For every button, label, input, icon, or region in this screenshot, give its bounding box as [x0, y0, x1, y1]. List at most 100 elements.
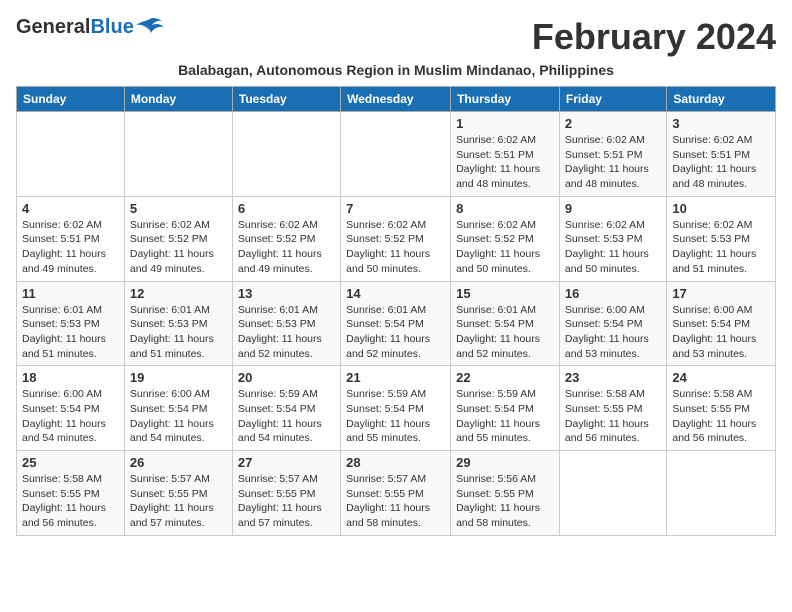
calendar-day-cell: 21 Sunrise: 5:59 AM Sunset: 5:54 PM Dayli…: [341, 366, 451, 451]
day-number: 19: [130, 370, 227, 385]
calendar-week-row: 4 Sunrise: 6:02 AM Sunset: 5:51 PM Daylig…: [17, 196, 776, 281]
day-number: 2: [565, 116, 661, 131]
day-info: Sunrise: 6:02 AM Sunset: 5:51 PM Dayligh…: [456, 133, 554, 192]
day-number: 22: [456, 370, 554, 385]
day-number: 24: [672, 370, 770, 385]
day-number: 29: [456, 455, 554, 470]
calendar-day-cell: 13 Sunrise: 6:01 AM Sunset: 5:53 PM Dayli…: [232, 281, 340, 366]
day-info: Sunrise: 6:01 AM Sunset: 5:53 PM Dayligh…: [22, 303, 119, 362]
calendar-day-cell: 16Sunrise: 6:00 AM Sunset: 5:54 PM Dayli…: [559, 281, 666, 366]
day-info: Sunrise: 5:57 AM Sunset: 5:55 PM Dayligh…: [238, 472, 335, 531]
calendar-header-day: Wednesday: [341, 87, 451, 112]
day-info: Sunrise: 6:00 AM Sunset: 5:54 PM Dayligh…: [672, 303, 770, 362]
calendar-day-cell: 20Sunrise: 5:59 AM Sunset: 5:54 PM Dayli…: [232, 366, 340, 451]
day-info: Sunrise: 6:01 AM Sunset: 5:53 PM Dayligh…: [238, 303, 335, 362]
day-info: Sunrise: 6:02 AM Sunset: 5:51 PM Dayligh…: [22, 218, 119, 277]
day-info: Sunrise: 5:58 AM Sunset: 5:55 PM Dayligh…: [565, 387, 661, 446]
calendar-day-cell: 8Sunrise: 6:02 AM Sunset: 5:52 PM Daylig…: [451, 196, 560, 281]
calendar-day-cell: 10Sunrise: 6:02 AM Sunset: 5:53 PM Dayli…: [667, 196, 776, 281]
calendar-day-cell: [17, 112, 125, 197]
day-number: 9: [565, 201, 661, 216]
day-info: Sunrise: 6:00 AM Sunset: 5:54 PM Dayligh…: [565, 303, 661, 362]
calendar-day-cell: [124, 112, 232, 197]
calendar-day-cell: 17 Sunrise: 6:00 AM Sunset: 5:54 PM Dayli…: [667, 281, 776, 366]
calendar-day-cell: 24 Sunrise: 5:58 AM Sunset: 5:55 PM Dayli…: [667, 366, 776, 451]
day-number: 7: [346, 201, 445, 216]
day-number: 4: [22, 201, 119, 216]
calendar-header-day: Monday: [124, 87, 232, 112]
day-info: Sunrise: 6:00 AM Sunset: 5:54 PM Dayligh…: [130, 387, 227, 446]
calendar-header-day: Sunday: [17, 87, 125, 112]
day-number: 11: [22, 286, 119, 301]
calendar-day-cell: 2Sunrise: 6:02 AM Sunset: 5:51 PM Daylig…: [559, 112, 666, 197]
month-title: February 2024: [532, 16, 776, 58]
day-number: 6: [238, 201, 335, 216]
calendar-week-row: 1 Sunrise: 6:02 AM Sunset: 5:51 PM Daylig…: [17, 112, 776, 197]
day-number: 15: [456, 286, 554, 301]
calendar-day-cell: 25 Sunrise: 5:58 AM Sunset: 5:55 PM Dayli…: [17, 451, 125, 536]
day-info: Sunrise: 6:00 AM Sunset: 5:54 PM Dayligh…: [22, 387, 119, 446]
logo: GeneralBlue: [16, 16, 164, 39]
calendar-day-cell: 5 Sunrise: 6:02 AM Sunset: 5:52 PM Daylig…: [124, 196, 232, 281]
day-info: Sunrise: 6:02 AM Sunset: 5:53 PM Dayligh…: [565, 218, 661, 277]
calendar-day-cell: [341, 112, 451, 197]
day-number: 17: [672, 286, 770, 301]
calendar-week-row: 18 Sunrise: 6:00 AM Sunset: 5:54 PM Dayli…: [17, 366, 776, 451]
day-info: Sunrise: 5:58 AM Sunset: 5:55 PM Dayligh…: [22, 472, 119, 531]
calendar-day-cell: 27 Sunrise: 5:57 AM Sunset: 5:55 PM Dayli…: [232, 451, 340, 536]
calendar-day-cell: 15Sunrise: 6:01 AM Sunset: 5:54 PM Dayli…: [451, 281, 560, 366]
day-number: 5: [130, 201, 227, 216]
calendar-day-cell: 29 Sunrise: 5:56 AM Sunset: 5:55 PM Dayli…: [451, 451, 560, 536]
day-info: Sunrise: 5:58 AM Sunset: 5:55 PM Dayligh…: [672, 387, 770, 446]
day-number: 18: [22, 370, 119, 385]
day-info: Sunrise: 6:01 AM Sunset: 5:54 PM Dayligh…: [346, 303, 445, 362]
day-info: Sunrise: 5:59 AM Sunset: 5:54 PM Dayligh…: [346, 387, 445, 446]
day-info: Sunrise: 6:02 AM Sunset: 5:52 PM Dayligh…: [238, 218, 335, 277]
calendar-header-day: Tuesday: [232, 87, 340, 112]
day-number: 13: [238, 286, 335, 301]
calendar-week-row: 11 Sunrise: 6:01 AM Sunset: 5:53 PM Dayli…: [17, 281, 776, 366]
calendar-day-cell: 14 Sunrise: 6:01 AM Sunset: 5:54 PM Dayli…: [341, 281, 451, 366]
day-number: 26: [130, 455, 227, 470]
day-number: 20: [238, 370, 335, 385]
day-info: Sunrise: 6:02 AM Sunset: 5:52 PM Dayligh…: [456, 218, 554, 277]
day-info: Sunrise: 5:59 AM Sunset: 5:54 PM Dayligh…: [456, 387, 554, 446]
day-number: 14: [346, 286, 445, 301]
day-info: Sunrise: 5:57 AM Sunset: 5:55 PM Dayligh…: [346, 472, 445, 531]
calendar-day-cell: [667, 451, 776, 536]
day-info: Sunrise: 6:01 AM Sunset: 5:53 PM Dayligh…: [130, 303, 227, 362]
day-info: Sunrise: 6:02 AM Sunset: 5:51 PM Dayligh…: [672, 133, 770, 192]
day-info: Sunrise: 6:02 AM Sunset: 5:52 PM Dayligh…: [130, 218, 227, 277]
calendar-week-row: 25 Sunrise: 5:58 AM Sunset: 5:55 PM Dayli…: [17, 451, 776, 536]
day-info: Sunrise: 5:56 AM Sunset: 5:55 PM Dayligh…: [456, 472, 554, 531]
calendar-day-cell: 9 Sunrise: 6:02 AM Sunset: 5:53 PM Daylig…: [559, 196, 666, 281]
day-info: Sunrise: 5:57 AM Sunset: 5:55 PM Dayligh…: [130, 472, 227, 531]
calendar-day-cell: 3 Sunrise: 6:02 AM Sunset: 5:51 PM Daylig…: [667, 112, 776, 197]
calendar-day-cell: 28 Sunrise: 5:57 AM Sunset: 5:55 PM Dayli…: [341, 451, 451, 536]
day-number: 21: [346, 370, 445, 385]
calendar-day-cell: 22 Sunrise: 5:59 AM Sunset: 5:54 PM Dayli…: [451, 366, 560, 451]
calendar-header-day: Saturday: [667, 87, 776, 112]
calendar-header-day: Friday: [559, 87, 666, 112]
calendar-day-cell: [559, 451, 666, 536]
day-number: 27: [238, 455, 335, 470]
calendar-subtitle: Balabagan, Autonomous Region in Muslim M…: [16, 62, 776, 78]
calendar-day-cell: 12Sunrise: 6:01 AM Sunset: 5:53 PM Dayli…: [124, 281, 232, 366]
calendar-day-cell: 26 Sunrise: 5:57 AM Sunset: 5:55 PM Dayli…: [124, 451, 232, 536]
day-number: 28: [346, 455, 445, 470]
calendar-header-day: Thursday: [451, 87, 560, 112]
calendar-header-row: SundayMondayTuesdayWednesdayThursdayFrid…: [17, 87, 776, 112]
logo-text: GeneralBlue: [16, 16, 134, 39]
calendar-day-cell: 11 Sunrise: 6:01 AM Sunset: 5:53 PM Dayli…: [17, 281, 125, 366]
day-number: 3: [672, 116, 770, 131]
calendar-day-cell: 4 Sunrise: 6:02 AM Sunset: 5:51 PM Daylig…: [17, 196, 125, 281]
day-info: Sunrise: 6:02 AM Sunset: 5:52 PM Dayligh…: [346, 218, 445, 277]
day-number: 1: [456, 116, 554, 131]
calendar-day-cell: 18 Sunrise: 6:00 AM Sunset: 5:54 PM Dayli…: [17, 366, 125, 451]
page-header: GeneralBlue February 2024: [16, 16, 776, 58]
calendar-table: SundayMondayTuesdayWednesdayThursdayFrid…: [16, 86, 776, 536]
day-number: 25: [22, 455, 119, 470]
day-number: 23: [565, 370, 661, 385]
calendar-day-cell: 23 Sunrise: 5:58 AM Sunset: 5:55 PM Dayli…: [559, 366, 666, 451]
calendar-day-cell: 7 Sunrise: 6:02 AM Sunset: 5:52 PM Daylig…: [341, 196, 451, 281]
